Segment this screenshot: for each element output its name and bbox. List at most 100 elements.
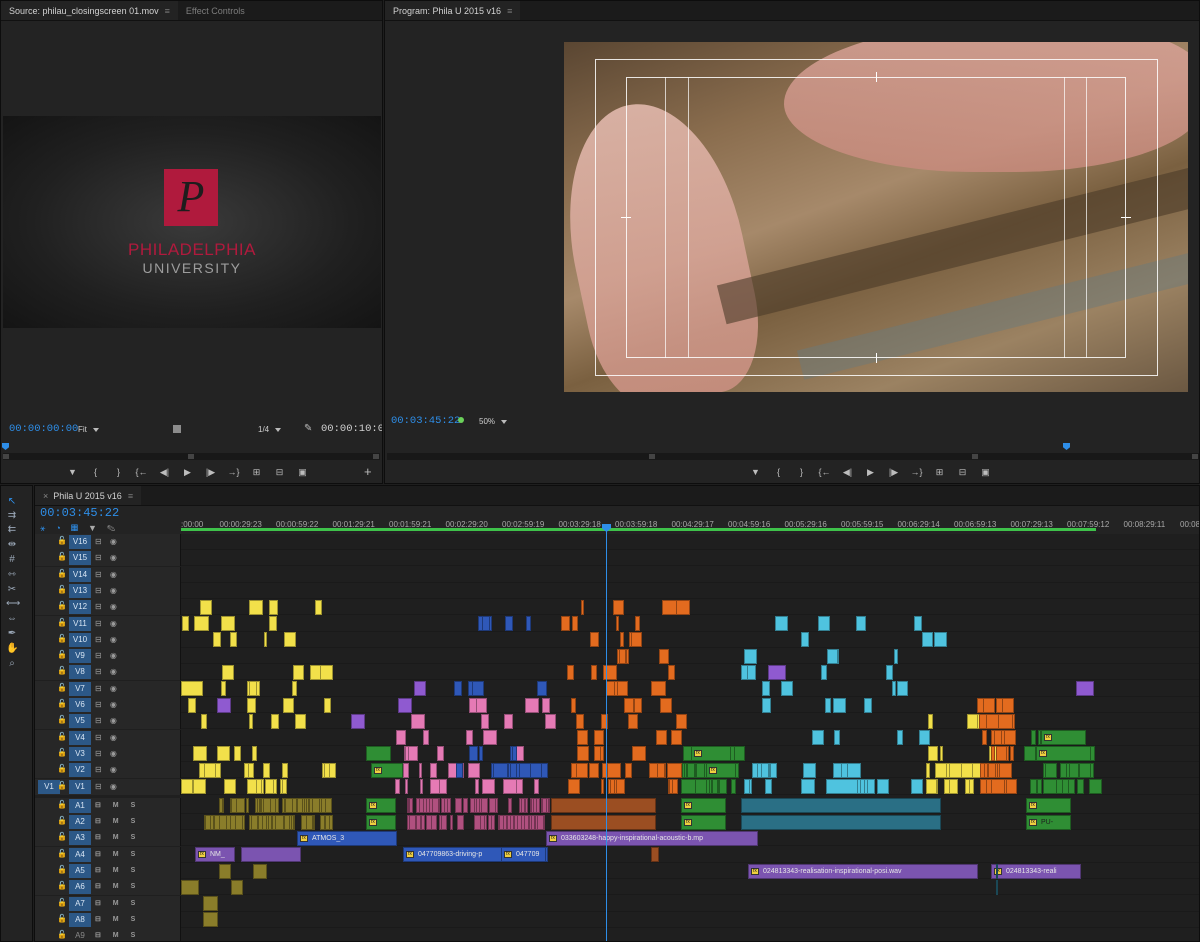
lock-icon[interactable]: 🔓 [57, 866, 67, 874]
timeline-clip[interactable] [219, 814, 227, 830]
timeline-clip[interactable] [731, 779, 736, 794]
tab-source[interactable]: Source: philau_closingscreen 01.mov ≡ [1, 1, 178, 20]
timeline-clip[interactable] [534, 779, 540, 794]
extract-button[interactable]: ⊟ [951, 466, 974, 478]
timeline-clip[interactable] [250, 814, 259, 830]
eye-icon[interactable]: ⊟ ◉ [95, 749, 120, 758]
track-name[interactable]: V16 [69, 535, 91, 549]
lock-icon[interactable]: 🔓 [57, 667, 67, 675]
play-button[interactable]: ▶ [859, 466, 882, 478]
play-button[interactable]: ▶ [176, 466, 199, 478]
video-track-row[interactable]: 🔓 V16 ⊟ ◉ [35, 534, 1199, 550]
lock-icon[interactable]: 🔓 [57, 898, 67, 907]
timeline-clip[interactable] [686, 762, 696, 778]
timeline-clip[interactable] [395, 779, 400, 794]
timeline-clip[interactable] [897, 681, 909, 697]
timeline-clip[interactable] [741, 798, 941, 814]
timeline-clip[interactable] [241, 847, 301, 863]
timeline-clip[interactable] [801, 632, 809, 648]
timeline-clip[interactable] [537, 681, 547, 697]
timeline-clip[interactable] [223, 779, 237, 794]
timeline-clip[interactable] [894, 648, 899, 664]
eye-icon[interactable]: ⊟ ◉ [95, 684, 120, 693]
timeline-clip[interactable] [281, 762, 289, 778]
timeline-clip[interactable] [619, 632, 625, 648]
timeline-clip[interactable] [651, 847, 659, 863]
lock-icon[interactable]: 🔓 [57, 833, 67, 841]
timeline-clip[interactable] [864, 697, 873, 713]
timeline-clip[interactable] [661, 599, 677, 615]
timeline-clip[interactable] [567, 664, 575, 680]
track-name[interactable]: V5 [69, 714, 91, 729]
export-frame-button[interactable]: ▣ [974, 466, 997, 478]
timeline-clip[interactable] [324, 798, 333, 814]
go-to-in-button[interactable]: {← [813, 466, 836, 478]
timeline-clip[interactable] [271, 713, 280, 729]
timeline-clip[interactable] [996, 863, 998, 879]
timeline-clip[interactable] [479, 746, 483, 762]
timeline-clip[interactable] [462, 798, 469, 814]
source-scrub-bar[interactable] [3, 453, 380, 460]
timeline-clip[interactable] [315, 599, 322, 615]
timeline-clip[interactable] [877, 779, 889, 794]
timeline-clip[interactable] [265, 779, 274, 794]
timeline-clip[interactable] [432, 798, 440, 814]
timeline-clip[interactable] [203, 896, 218, 912]
timeline-clip[interactable] [493, 762, 508, 778]
timeline-clip[interactable] [660, 697, 673, 713]
timeline-clip[interactable] [982, 697, 995, 713]
program-scrub-bar[interactable] [387, 453, 1199, 460]
timeline-clip[interactable] [824, 697, 831, 713]
timeline-clip[interactable] [511, 746, 517, 762]
overwrite-button[interactable]: ⊟ [268, 466, 291, 478]
slide-tool-icon[interactable]: ⇔ [6, 613, 18, 625]
timeline-clip[interactable] [471, 681, 484, 697]
timeline-clip[interactable] [1045, 762, 1057, 778]
timeline-clip[interactable] [545, 713, 557, 729]
timeline-clip[interactable] [293, 664, 304, 680]
track-name[interactable]: V8 [69, 665, 91, 680]
timeline-clip[interactable] [719, 779, 727, 794]
eye-icon[interactable]: ⊟ ◉ [95, 586, 120, 595]
timeline-clip[interactable] [551, 798, 656, 814]
timeline-clip[interactable]: fx [681, 814, 726, 830]
timeline-clip[interactable] [667, 762, 682, 778]
timeline-clip[interactable] [998, 713, 1013, 729]
tab-sequence[interactable]: × Phila U 2015 v16 ≡ [35, 486, 142, 505]
timeline-clip[interactable] [488, 814, 492, 830]
timeline-clip[interactable] [320, 664, 334, 680]
timeline-clip[interactable] [599, 746, 605, 762]
timeline-clip[interactable] [219, 863, 231, 879]
timeline-clip[interactable] [1030, 779, 1037, 794]
timeline-clip[interactable] [422, 798, 427, 814]
eye-icon[interactable]: ⊟ ◉ [95, 782, 120, 791]
track-name[interactable]: A3 [69, 831, 91, 846]
timeline-clip[interactable] [247, 762, 254, 778]
video-track-row[interactable]: 🔓 V4 ⊟ ◉ [35, 729, 1199, 746]
pen-tool-icon[interactable]: ✒ [6, 628, 18, 640]
timeline-clip[interactable] [634, 697, 642, 713]
timeline-clip[interactable] [762, 697, 772, 713]
mark-in-button[interactable]: { [767, 466, 790, 478]
lock-icon[interactable]: 🔓 [57, 553, 67, 561]
timeline-clip[interactable] [991, 779, 1005, 794]
film-icon[interactable] [173, 425, 181, 433]
eye-icon[interactable]: ⊟ ◉ [95, 570, 120, 579]
timeline-clip[interactable] [305, 814, 314, 830]
work-area-bar[interactable] [181, 528, 1096, 531]
timeline-clip[interactable]: fx [1026, 798, 1071, 814]
timeline-clip[interactable] [669, 779, 674, 794]
timeline-clip[interactable] [612, 599, 624, 615]
track-name[interactable]: V3 [69, 746, 91, 761]
eye-icon[interactable]: ⊟ ◉ [95, 716, 120, 725]
timeline-clip[interactable] [1037, 779, 1043, 794]
timeline-clip[interactable] [781, 681, 794, 697]
timeline-clip[interactable] [602, 664, 618, 680]
eye-icon[interactable]: ⊟ ◉ [95, 602, 120, 611]
track-name[interactable]: V9 [69, 649, 91, 664]
mute-solo-controls[interactable]: ⊟ M S [95, 833, 140, 841]
step-back-button[interactable]: ◀| [153, 466, 176, 478]
program-timecode[interactable]: 00:03:45:22 [391, 415, 460, 427]
timeline-clip[interactable] [220, 681, 227, 697]
timeline-clip[interactable] [201, 713, 208, 729]
